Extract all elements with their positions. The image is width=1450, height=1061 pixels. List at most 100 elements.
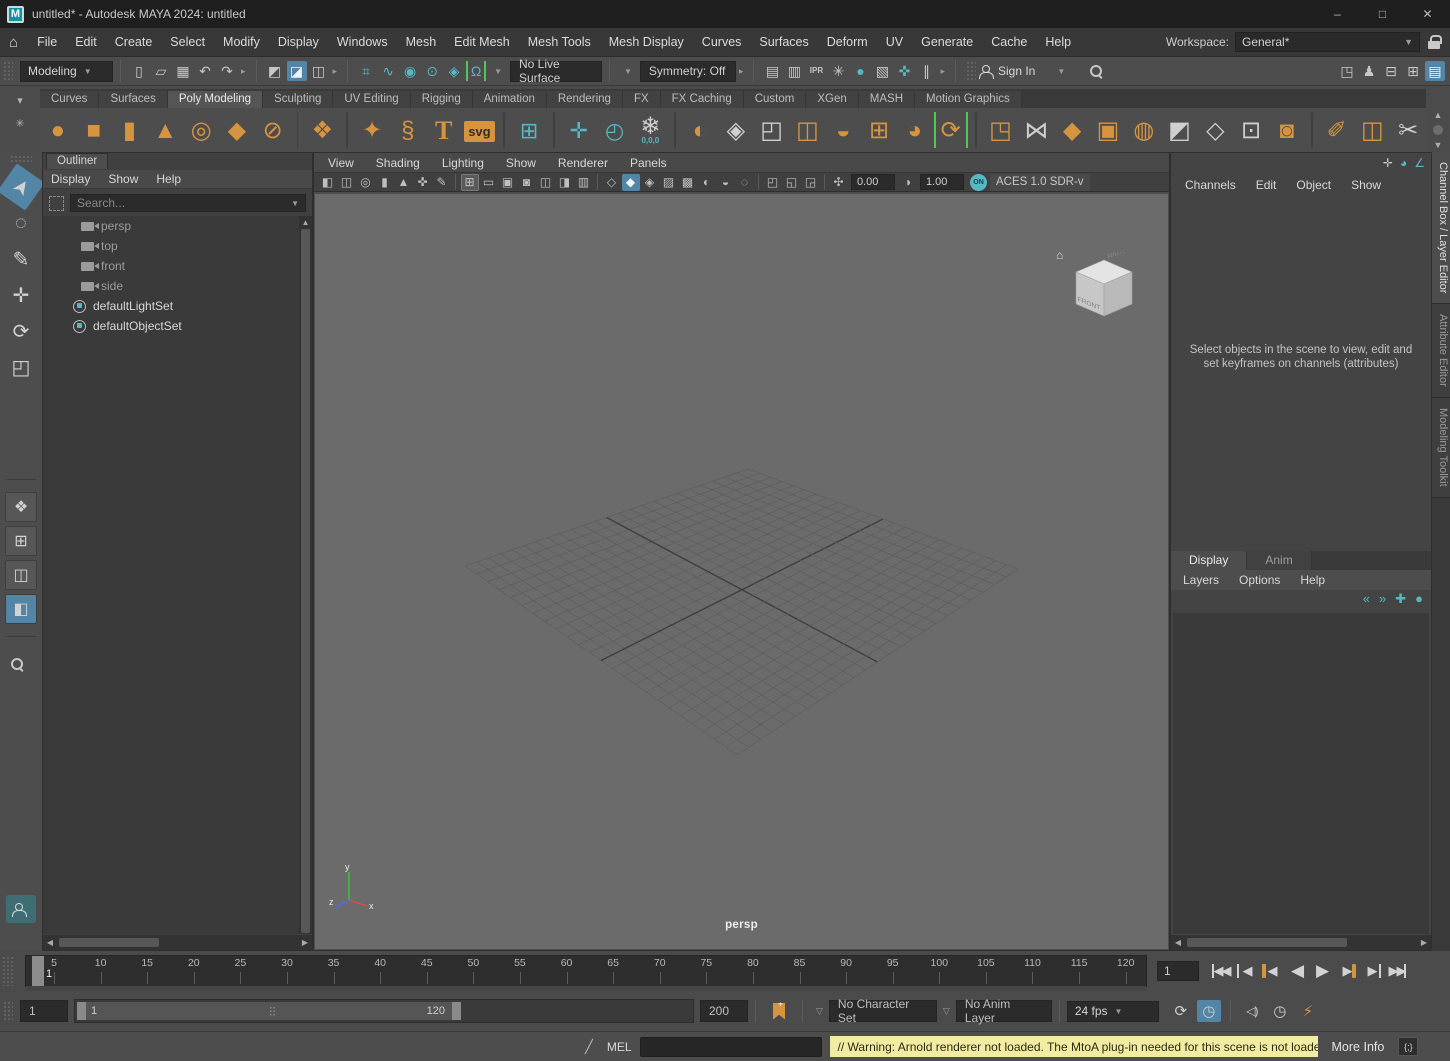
poly-plane-icon[interactable]: ◆	[220, 112, 254, 148]
grid-toggle-icon[interactable]: ⊞	[461, 174, 479, 191]
grip-handle[interactable]	[3, 1001, 13, 1021]
isolate-remove-icon[interactable]: ◲	[802, 174, 820, 191]
outliner-vertical-scrollbar[interactable]: ▲	[299, 216, 312, 934]
camera-select-icon[interactable]: ◧	[319, 174, 337, 191]
menu-item[interactable]: Object	[1296, 178, 1331, 192]
list-item[interactable]: defaultObjectSet	[43, 316, 299, 336]
menu-item[interactable]: Lighting	[442, 156, 484, 170]
redo-icon[interactable]: ↷	[217, 61, 237, 81]
render-settings-icon[interactable]: ✳	[828, 61, 848, 81]
separate-icon[interactable]: ◰	[755, 112, 789, 148]
motion-blur-icon[interactable]: ◌	[736, 174, 754, 191]
poly-cylinder-icon[interactable]: ▮	[113, 112, 147, 148]
scroll-right-icon[interactable]: ▶	[1417, 938, 1431, 947]
pan-zoom-icon[interactable]: ✜	[414, 174, 432, 191]
layout-two-pane-icon[interactable]: ◫	[5, 560, 37, 590]
select-hierarchy-icon[interactable]: ◩	[265, 61, 285, 81]
helix-icon[interactable]: §	[391, 112, 425, 148]
grip-handle[interactable]	[2, 956, 14, 986]
playback-range-bar[interactable]: 1 120	[77, 1002, 461, 1020]
extrude-icon[interactable]: ◳	[984, 112, 1018, 148]
menu-item[interactable]: Mesh Display	[600, 28, 693, 56]
chevron-down-icon[interactable]: ▼	[624, 67, 632, 76]
select-by-name-icon[interactable]	[49, 196, 64, 211]
sidebar-tab[interactable]: Modeling Toolkit	[1432, 398, 1450, 498]
search-input[interactable]: Search... ▼	[70, 194, 306, 212]
attribute-editor-btn-icon[interactable]: ⊞	[1403, 61, 1423, 81]
camera-lock-icon[interactable]: ◫	[338, 174, 356, 191]
textured-icon[interactable]: ▨	[660, 174, 678, 191]
play-backwards-button[interactable]: ◀	[1284, 959, 1309, 983]
step-back-key-button[interactable]: ◀	[1259, 959, 1284, 983]
use-all-lights-icon[interactable]: ▩	[679, 174, 697, 191]
range-grip[interactable]	[269, 1006, 277, 1017]
triangulate-icon[interactable]: ◩	[1163, 112, 1197, 148]
smooth-icon[interactable]: ◕	[898, 112, 932, 148]
camera-attributes-icon[interactable]: ◎	[357, 174, 375, 191]
transform-component-icon[interactable]: ⊡	[1234, 112, 1268, 148]
paint-select-tool-icon[interactable]: ✎	[4, 242, 38, 276]
layer-move-down-icon[interactable]: »	[1379, 591, 1386, 607]
view-transform-dropdown[interactable]: ACES 1.0 SDR-v	[990, 174, 1090, 191]
field-chart-icon[interactable]: ◫	[537, 174, 555, 191]
menu-item[interactable]: Modify	[214, 28, 269, 56]
scroll-knob[interactable]	[1433, 125, 1443, 135]
list-item[interactable]: top	[43, 236, 299, 256]
select-tool-icon[interactable]: ➤	[0, 163, 45, 210]
platonic-solid-icon[interactable]: ❖	[305, 112, 339, 148]
image-plane-icon[interactable]: ▲	[395, 174, 413, 191]
bookmark-view-icon[interactable]: ▮	[376, 174, 394, 191]
resolution-gate-icon[interactable]: ▣	[499, 174, 517, 191]
gate-mask-icon[interactable]: ◙	[518, 174, 536, 191]
select-object-icon[interactable]: ◪	[287, 61, 307, 81]
make-live-icon[interactable]: ◈	[444, 61, 464, 81]
grip-handle[interactable]	[966, 61, 976, 81]
scroll-left-icon[interactable]: ◀	[1171, 938, 1185, 947]
animation-start-field[interactable]: 1	[20, 1000, 68, 1022]
scroll-up-icon[interactable]: ▲	[1434, 110, 1443, 120]
menu-item[interactable]: Cache	[982, 28, 1036, 56]
scroll-left-icon[interactable]: ◀	[43, 938, 57, 947]
layer-move-up-icon[interactable]: «	[1363, 591, 1370, 607]
ipr-render-icon[interactable]: IPR	[806, 61, 826, 81]
super-shape-icon[interactable]: ✦	[355, 112, 389, 148]
list-item[interactable]: side	[43, 276, 299, 296]
home-icon[interactable]: ⌂	[9, 34, 18, 51]
snap-magnet-icon[interactable]: Ω	[466, 61, 486, 81]
menu-item[interactable]: Layers	[1183, 573, 1219, 587]
outliner-horizontal-scrollbar[interactable]: ◀ ▶	[43, 935, 312, 950]
play-forwards-button[interactable]: ▶	[1309, 959, 1334, 983]
boolean-icon[interactable]: ◐	[683, 112, 717, 148]
shadows-icon[interactable]: ◐	[698, 174, 716, 191]
shelf-tab[interactable]: FX	[623, 91, 661, 108]
range-start-handle[interactable]	[77, 1002, 86, 1020]
safe-title-icon[interactable]: ▥	[575, 174, 593, 191]
menu-item[interactable]: Channels	[1185, 178, 1236, 192]
mirror-icon[interactable]: ◫	[791, 112, 825, 148]
layer-editor-btn-icon[interactable]: ▤	[1425, 61, 1445, 81]
command-input[interactable]	[640, 1037, 822, 1057]
go-to-end-button[interactable]: ▶▶	[1384, 959, 1409, 983]
playback-speed-icon[interactable]: ◷	[1268, 1000, 1292, 1022]
quad-draw-icon[interactable]: ◫	[1355, 112, 1389, 148]
range-end-handle[interactable]	[452, 1002, 461, 1020]
menu-item[interactable]: Display	[51, 172, 90, 186]
shelf-tab[interactable]: MASH	[859, 91, 915, 108]
shelf-tab[interactable]: Custom	[744, 91, 807, 108]
scale-tool-icon[interactable]: ◰	[4, 350, 38, 384]
duplicate-face-icon[interactable]: ▣	[1091, 112, 1125, 148]
snap-curve-icon[interactable]: ∿	[378, 61, 398, 81]
step-back-frame-button[interactable]: ◀	[1234, 959, 1259, 983]
sidebar-tab[interactable]: Channel Box / Layer Editor	[1432, 152, 1450, 304]
fps-dropdown[interactable]: 24 fps ▼	[1067, 1001, 1159, 1022]
shelf-menu-arrow-icon[interactable]: ▾	[17, 94, 23, 107]
color-management-toggle[interactable]: ON	[970, 174, 987, 191]
speed-gauge-icon[interactable]: ◕	[1400, 156, 1407, 170]
menu-item[interactable]: Display	[269, 28, 328, 56]
snap-grid-icon[interactable]: ⌗	[356, 61, 376, 81]
new-scene-icon[interactable]: ▯	[129, 61, 149, 81]
center-pivot-icon[interactable]: ✛	[562, 112, 596, 148]
display-toggle-icon[interactable]: ●	[850, 61, 870, 81]
minimize-button[interactable]: –	[1315, 0, 1360, 28]
undo-icon[interactable]: ↶	[195, 61, 215, 81]
